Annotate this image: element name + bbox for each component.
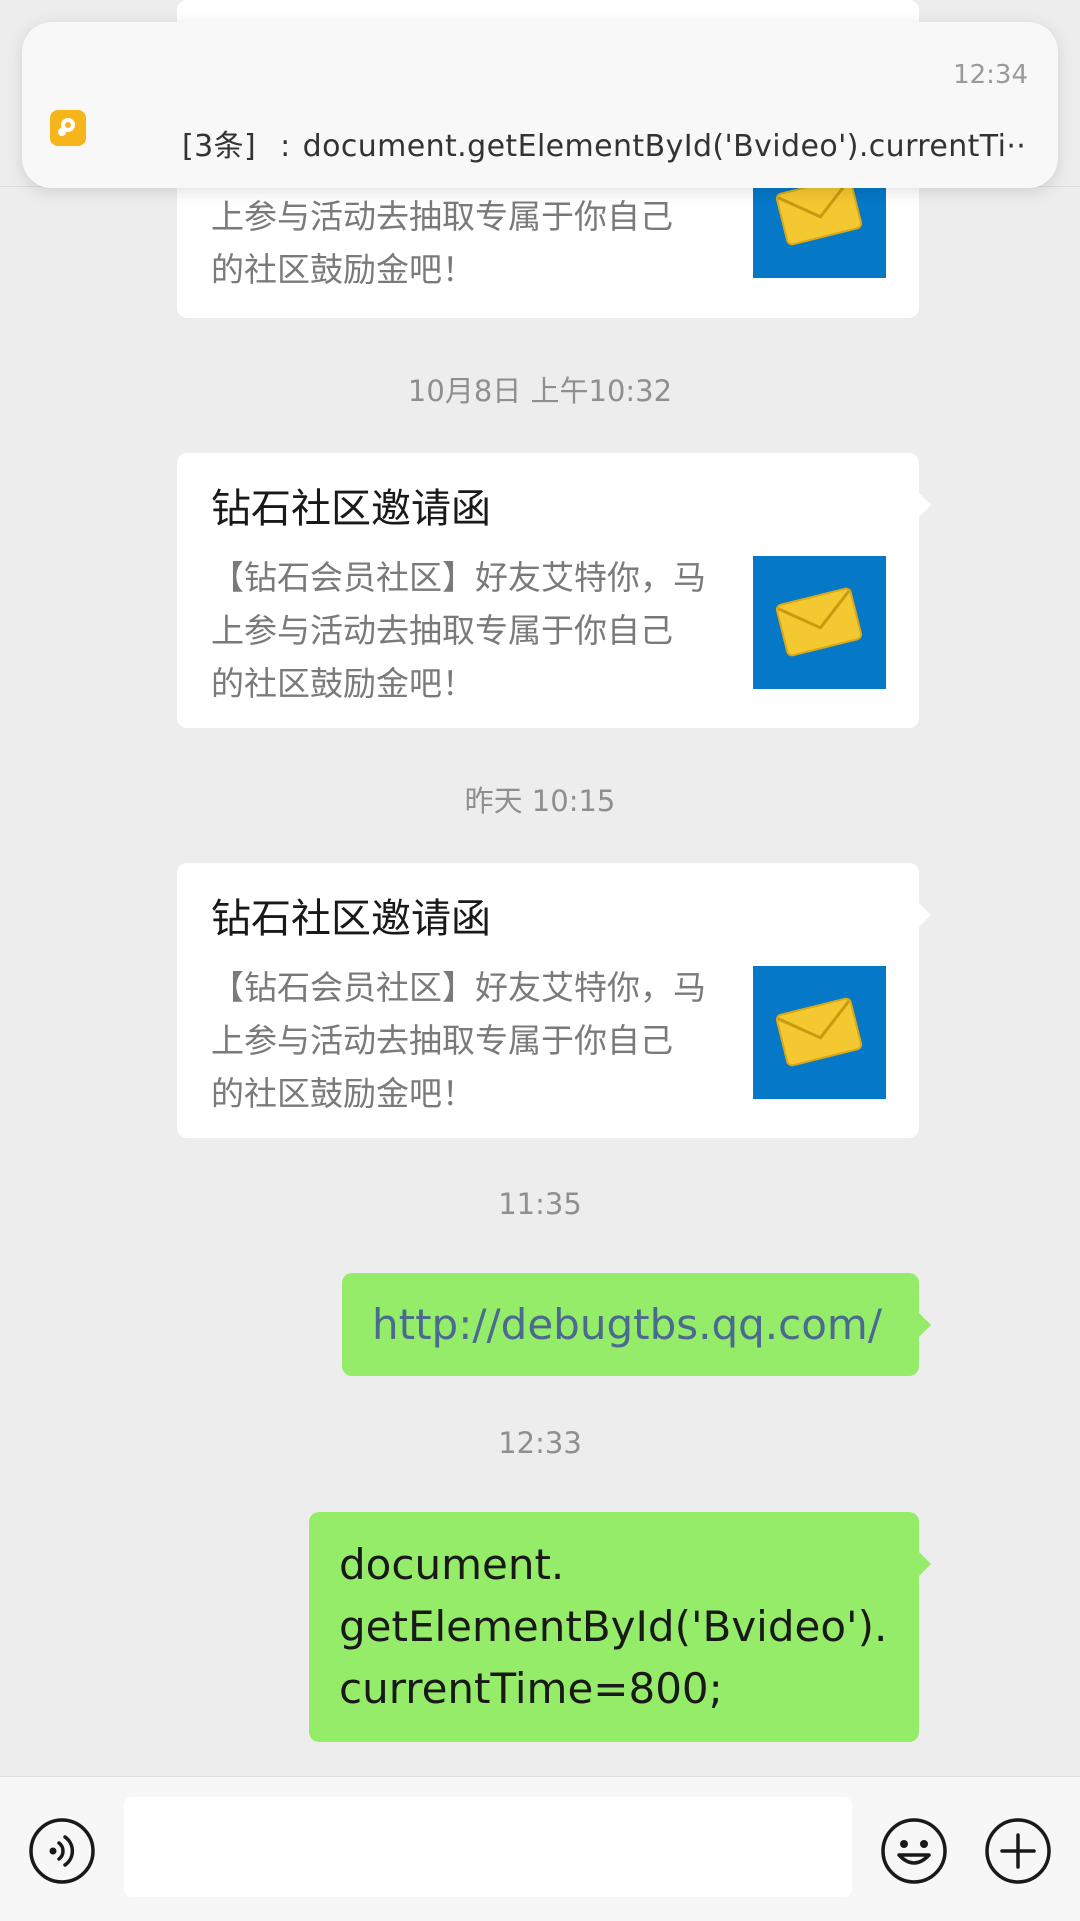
invitation-card[interactable]: 钻石社区邀请函 【钻石会员社区】好友艾特你，马 上参与活动去抽取专属于你自己 的… [177,453,931,728]
input-bar [0,1776,1080,1921]
emoji-icon[interactable] [880,1817,948,1885]
card-title: 钻石社区邀请函 [211,896,491,942]
timestamp: 12:33 [498,1426,582,1460]
notification-banner[interactable]: 12:34 [3条]: document.getElementById('Bvid… [22,22,1058,188]
card-description: 【钻石会员社区】好友艾特你，马 上参与活动去抽取专属于你自己 的社区鼓励金吧！ [211,968,706,1113]
card-description: 上参与活动去抽取专属于你自己 的社区鼓励金吧！ [211,197,673,289]
message-input[interactable] [124,1797,852,1897]
message-line: getElementById('Bvideo'). [339,1602,888,1651]
notification-time: 12:34 [953,60,1028,90]
timestamp: 11:35 [498,1187,582,1221]
envelope-icon [753,556,886,689]
notification-separator: : [280,129,291,164]
timestamp: 10月8日 上午10:32 [407,374,673,408]
card-description: 【钻石会员社区】好友艾特你，马 上参与活动去抽取专属于你自己 的社区鼓励金吧！ [211,558,706,703]
envelope-icon [753,966,886,1099]
notification-message: document.getElementById('Bvideo').curren… [302,129,1027,164]
message-line: document. [339,1540,565,1589]
plus-icon[interactable] [984,1817,1052,1885]
card-title: 钻石社区邀请函 [211,486,491,532]
message-link[interactable]: http://debugtbs.qq.com/ [372,1297,882,1353]
sent-link-message[interactable]: http://debugtbs.qq.com/ [342,1273,931,1376]
invitation-card[interactable]: 钻石社区邀请函 【钻石会员社区】好友艾特你，马 上参与活动去抽取专属于你自己 的… [177,863,931,1138]
timestamp: 昨天 10:15 [464,784,616,818]
notification-text: [3条]: document.getElementById('Bvideo').c… [182,126,1052,168]
sent-text-message[interactable]: document. getElementById('Bvideo'). curr… [309,1512,931,1742]
message-line: currentTime=800; [339,1664,723,1713]
voice-icon[interactable] [28,1817,96,1885]
app-icon [50,110,86,146]
notification-count: [3条] [182,129,257,164]
